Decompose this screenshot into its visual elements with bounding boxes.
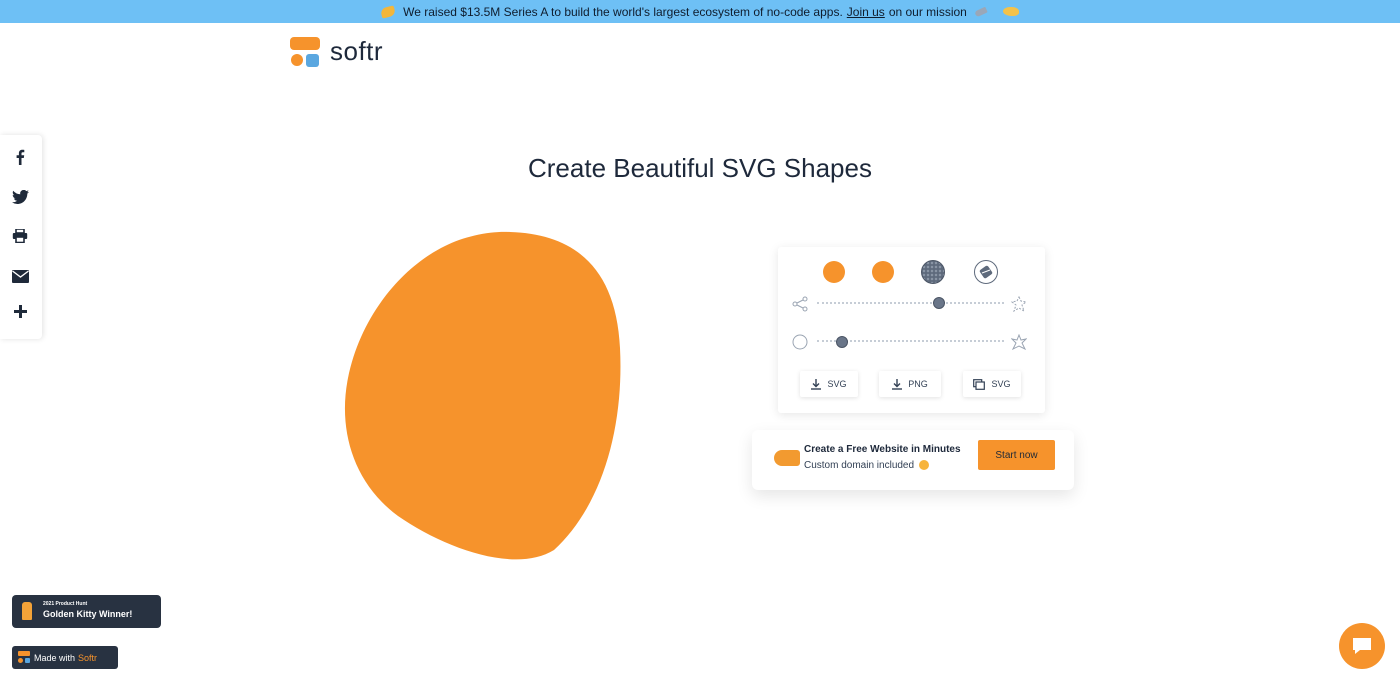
twitter-icon[interactable] — [11, 188, 29, 206]
softr-logo[interactable]: softr — [290, 36, 383, 67]
download-png-button[interactable]: PNG — [879, 371, 941, 397]
logo-wordmark: softr — [330, 36, 384, 66]
download-png-label: PNG — [908, 379, 928, 389]
banner-message: We raised $13.5M Series A to build the w… — [403, 4, 843, 19]
print-icon[interactable] — [11, 227, 29, 245]
kitty-badge-title: Golden Kitty Winner! — [43, 609, 133, 619]
cta-subtitle: Custom domain included — [804, 460, 930, 471]
download-svg-label: SVG — [827, 379, 847, 389]
made-with-brand: Softr — [78, 652, 98, 663]
page-title: Create Beautiful SVG Shapes — [528, 153, 872, 183]
start-now-button[interactable]: Start now — [978, 440, 1055, 470]
spiky-shape-icon — [1011, 334, 1027, 350]
join-us-link[interactable]: Join us — [847, 5, 885, 19]
copy-svg-button[interactable]: SVG — [963, 371, 1021, 397]
cta-subtitle-text: Custom domain included — [804, 460, 915, 471]
banner-text: We raised $13.5M Series A to build the w… — [403, 5, 967, 19]
gradient-fill-swatch[interactable] — [872, 261, 894, 283]
complexity-slider-thumb[interactable] — [933, 297, 945, 309]
download-svg-button[interactable]: SVG — [800, 371, 858, 397]
copy-icon — [973, 378, 986, 390]
ok-hand-emoji-icon — [380, 4, 397, 19]
complexity-slider-track[interactable] — [817, 302, 1004, 305]
image-fill-swatch[interactable] — [974, 260, 998, 284]
shape-editor-panel: SVG PNG SVG — [778, 247, 1045, 413]
pointing-hand-icon — [774, 450, 800, 466]
softr-mini-logo-icon — [18, 651, 30, 663]
free-website-cta: Create a Free Website in Minutes Custom … — [752, 430, 1074, 490]
rocket-emoji-icon — [974, 6, 988, 17]
made-with-label: Made with — [34, 652, 76, 663]
golden-kitty-badge[interactable]: 2021 Product Hunt Golden Kitty Winner! — [12, 595, 161, 628]
kitty-badge-caption: 2021 Product Hunt — [43, 601, 88, 607]
pattern-fill-swatch[interactable] — [921, 260, 945, 284]
trophy-icon — [22, 602, 32, 620]
made-with-softr-badge[interactable]: Made with Softr — [12, 646, 118, 669]
wink-emoji-icon — [919, 460, 930, 471]
chat-bubble-icon — [1353, 638, 1371, 654]
plus-icon[interactable] — [11, 302, 29, 320]
copy-svg-label: SVG — [991, 379, 1011, 389]
simple-shape-icon — [792, 296, 808, 312]
solid-fill-swatch[interactable] — [823, 261, 845, 283]
sweat-emoji-icon — [1002, 7, 1019, 16]
cta-title: Create a Free Website in Minutes — [804, 444, 961, 455]
announcement-banner: We raised $13.5M Series A to build the w… — [0, 0, 1400, 23]
softr-logo-icon — [290, 36, 320, 67]
complex-shape-icon — [1011, 296, 1027, 312]
download-icon — [811, 378, 822, 390]
contrast-slider-thumb[interactable] — [836, 336, 848, 348]
chat-launcher-button[interactable] — [1339, 623, 1385, 669]
banner-message-end: on our mission — [888, 4, 967, 19]
email-icon[interactable] — [11, 267, 29, 285]
download-icon — [892, 378, 903, 390]
circle-shape-icon — [792, 334, 808, 350]
generated-blob-shape — [344, 231, 621, 560]
